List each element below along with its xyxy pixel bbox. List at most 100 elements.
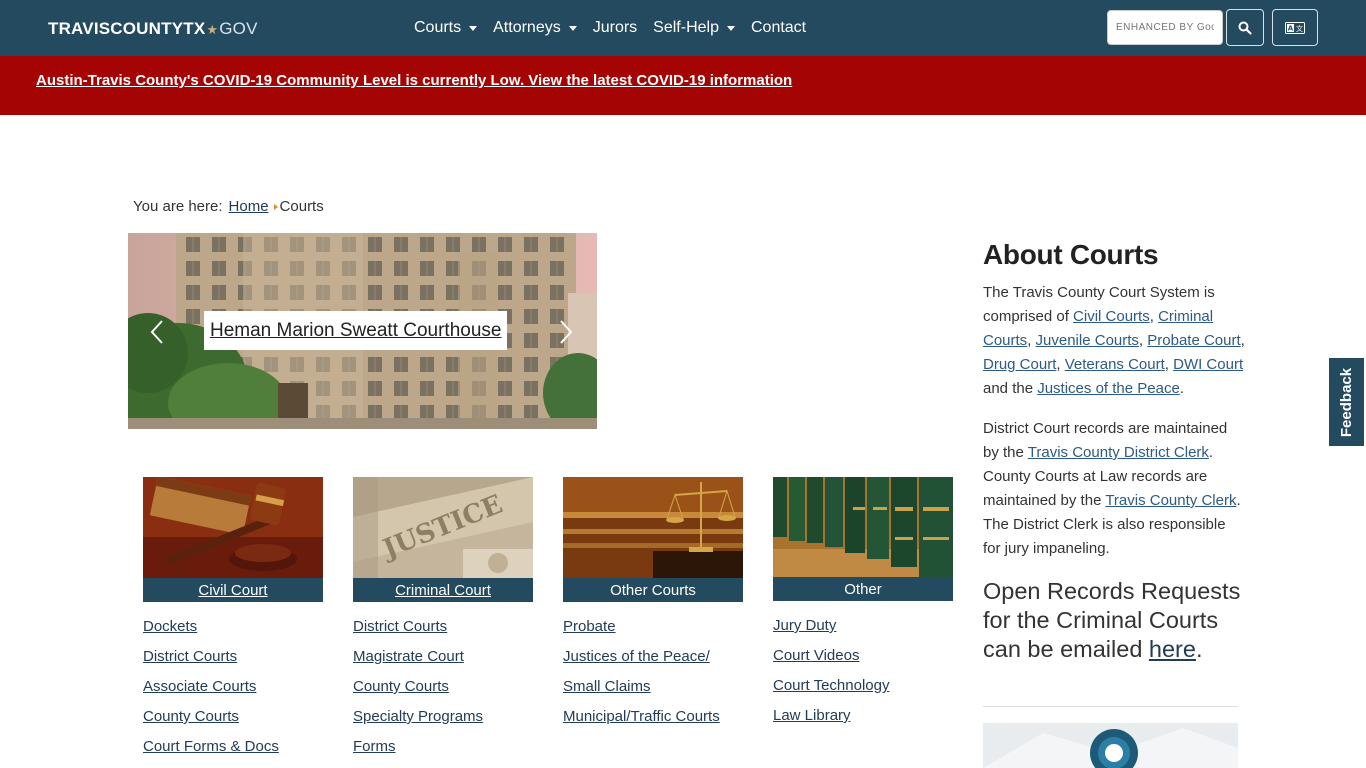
link-forms[interactable]: Forms (353, 737, 483, 767)
nav-contact-label: Contact (750, 19, 807, 36)
records-paragraph: District Court records are maintained by… (983, 417, 1245, 561)
card-civil-court[interactable]: Civil Court (143, 477, 323, 602)
feedback-tab[interactable]: Feedback (1328, 357, 1364, 447)
card-other-courts[interactable]: Other Courts (563, 477, 743, 602)
main-nav: Courts Attorneys Jurors Self-Help Contac… (414, 0, 822, 56)
link-probate[interactable]: Probate (563, 617, 720, 647)
link-veterans-court[interactable]: Veterans Court (1065, 356, 1165, 373)
link-magistrate-court[interactable]: Magistrate Court (353, 647, 483, 677)
gavel-image (143, 477, 323, 578)
sidebar-promo-image[interactable] (983, 723, 1238, 768)
about-courts-paragraph: The Travis County Court System is compri… (983, 281, 1245, 401)
nav-attorneys-label: Attorneys (493, 19, 561, 36)
breadcrumb-current: Courts (279, 198, 324, 215)
card-other: Other (773, 477, 953, 601)
link-civil-courts[interactable]: Civil Courts (1073, 308, 1150, 325)
criminal-court-label[interactable]: Criminal Court (353, 578, 533, 602)
logo-star-icon: ★ (206, 22, 219, 37)
link-court-forms-docs[interactable]: Court Forms & Docs (143, 737, 279, 767)
nav-attorneys[interactable]: Attorneys (493, 19, 577, 37)
link-court-videos[interactable]: Court Videos (773, 646, 889, 676)
svg-text:文: 文 (1296, 24, 1303, 33)
chevron-down-icon (726, 25, 735, 31)
svg-text:A: A (1288, 24, 1294, 32)
link-court-technology[interactable]: Court Technology (773, 676, 889, 706)
courtroom-scales-image (563, 477, 743, 578)
carousel-next-icon[interactable] (559, 319, 573, 345)
other-courts-label: Other Courts (563, 578, 743, 602)
text-span: , (1164, 356, 1174, 373)
chevron-down-icon (568, 25, 577, 31)
link-open-records-email[interactable]: here (1149, 636, 1196, 662)
link-county-clerk[interactable]: Travis County Clerk (1105, 492, 1236, 509)
text-span: , (1240, 332, 1245, 349)
link-civil-district-courts[interactable]: District Courts (143, 647, 279, 677)
other-links: Jury Duty Court Videos Court Technology … (773, 616, 889, 736)
chevron-down-icon (469, 25, 478, 31)
search-input[interactable] (1116, 22, 1214, 33)
link-juvenile-courts[interactable]: Juvenile Courts (1036, 332, 1139, 349)
translate-button[interactable]: 文 A (1272, 9, 1318, 46)
link-justices-of-the-peace-sidebar[interactable]: Justices of the Peace (1037, 380, 1180, 397)
law-books-image (773, 477, 953, 577)
breadcrumb-prefix: You are here: (133, 198, 223, 215)
top-navbar: TRAVISCOUNTYTX★GOV Courts Attorneys Juro… (0, 0, 1366, 56)
nav-courts[interactable]: Courts (414, 19, 478, 37)
courthouse-carousel: Heman Marion Sweatt Courthouse (128, 233, 597, 429)
breadcrumb-home-link[interactable]: Home (229, 198, 269, 215)
open-records-heading: Open Records Requests for the Criminal C… (983, 577, 1245, 664)
site-logo[interactable]: TRAVISCOUNTYTX★GOV (48, 19, 258, 39)
text-span: and the (983, 380, 1038, 397)
text-span: . (1179, 380, 1184, 397)
text-span: , (1138, 332, 1148, 349)
feedback-label: Feedback (1338, 367, 1356, 437)
link-probate-court[interactable]: Probate Court (1147, 332, 1240, 349)
card-criminal-court[interactable]: JUSTICE Criminal Court (353, 477, 533, 602)
translate-icon: 文 A (1285, 21, 1305, 34)
logo-text-county: TRAVISCOUNTYTX (48, 19, 206, 38)
map-pin-image (983, 723, 1238, 768)
link-dwi-court[interactable]: DWI Court (1173, 356, 1243, 373)
carousel-prev-icon[interactable] (150, 319, 164, 345)
link-justices-of-the-peace[interactable]: Justices of the Peace/ (563, 647, 720, 677)
nav-jurors[interactable]: Jurors (593, 19, 637, 37)
civil-court-label[interactable]: Civil Court (143, 578, 323, 602)
search-icon (1238, 21, 1252, 35)
link-specialty-programs[interactable]: Specialty Programs (353, 707, 483, 737)
link-municipal-traffic-courts[interactable]: Municipal/Traffic Courts (563, 707, 720, 737)
link-associate-courts[interactable]: Associate Courts (143, 677, 279, 707)
link-law-library[interactable]: Law Library (773, 706, 889, 736)
covid-info-link[interactable]: Austin-Travis County's COVID-19 Communit… (36, 72, 792, 89)
text-span: , (1027, 332, 1036, 349)
nav-self-help[interactable]: Self-Help (653, 19, 735, 37)
nav-contact[interactable]: Contact (751, 19, 806, 37)
logo-text-gov: GOV (219, 19, 258, 38)
justice-building-image: JUSTICE (353, 477, 533, 578)
other-courts-links: Probate Justices of the Peace/ Small Cla… (563, 617, 720, 737)
search-field-wrapper (1107, 10, 1223, 45)
about-courts-sidebar: About Courts The Travis County Court Sys… (983, 239, 1245, 664)
carousel-caption-link[interactable]: Heman Marion Sweatt Courthouse (204, 311, 508, 350)
text-span: . (1195, 636, 1203, 662)
nav-jurors-label: Jurors (592, 19, 638, 36)
link-jury-duty[interactable]: Jury Duty (773, 616, 889, 646)
about-courts-title: About Courts (983, 239, 1159, 270)
other-label: Other (773, 577, 953, 601)
link-drug-court[interactable]: Drug Court (983, 356, 1056, 373)
breadcrumb: You are here: Home Courts (133, 198, 324, 215)
link-civil-county-courts[interactable]: County Courts (143, 707, 279, 737)
criminal-court-links: District Courts Magistrate Court County … (353, 617, 483, 767)
link-criminal-district-courts[interactable]: District Courts (353, 617, 483, 647)
text-span: , (1056, 356, 1065, 373)
link-dockets[interactable]: Dockets (143, 617, 279, 647)
nav-self-help-label: Self-Help (653, 19, 719, 36)
nav-courts-label: Courts (414, 19, 462, 36)
search-button[interactable] (1226, 9, 1264, 46)
covid-alert-banner: Austin-Travis County's COVID-19 Communit… (0, 56, 1366, 115)
link-small-claims[interactable]: Small Claims (563, 677, 720, 707)
sidebar-divider (983, 706, 1238, 707)
link-district-clerk[interactable]: Travis County District Clerk (1028, 444, 1209, 461)
civil-court-links: Dockets District Courts Associate Courts… (143, 617, 279, 767)
link-criminal-county-courts[interactable]: County Courts (353, 677, 483, 707)
breadcrumb-separator-icon (273, 203, 278, 210)
